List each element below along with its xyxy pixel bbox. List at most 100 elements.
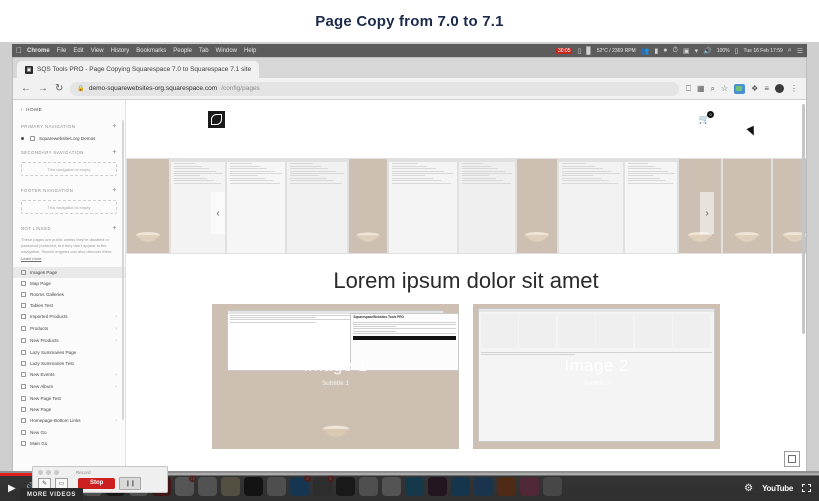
plus-icon[interactable]: +	[112, 123, 117, 130]
menu-item-file[interactable]: File	[57, 48, 67, 54]
reload-icon[interactable]: ↻	[55, 83, 63, 94]
sidebar-item-new-page-test[interactable]: New Page Test	[13, 393, 125, 404]
sidebar-item-images-page[interactable]: Images Page	[13, 266, 125, 278]
battery-percent[interactable]: 100%	[717, 48, 730, 54]
bookmark-star-icon[interactable]: ☆	[721, 84, 728, 93]
address-bar[interactable]: 🔒 demo-squarewebsites-org.squarespace.co…	[70, 81, 680, 96]
menu-item-history[interactable]: History	[111, 48, 130, 54]
learn-more-link[interactable]: Learn more	[21, 256, 41, 261]
fullscreen-icon[interactable]	[802, 484, 811, 492]
record-dot-3-icon[interactable]	[54, 469, 59, 475]
preview-scrollbar[interactable]	[802, 104, 805, 334]
pages-sidebar[interactable]: ‹ HOME PRIMARY NAVIGATION + Squarewebsit…	[13, 100, 126, 487]
gallery-next-button[interactable]: ›	[700, 192, 714, 234]
display-icon[interactable]: ▯	[577, 47, 581, 55]
menu-item-edit[interactable]: Edit	[73, 48, 83, 54]
screen-recording-timer[interactable]: 30:05	[555, 47, 573, 54]
gallery-slide[interactable]	[722, 158, 772, 254]
chevron-right-icon[interactable]: ›	[115, 418, 117, 424]
gallery-slide[interactable]	[516, 158, 558, 254]
sidebar-item-new-events[interactable]: New Events ›	[13, 369, 125, 381]
chrome-menu-icon[interactable]: ⋮	[790, 84, 798, 93]
more-videos-badge[interactable]: MORE VIDEOS	[20, 488, 83, 501]
chevron-right-icon[interactable]: ›	[115, 326, 117, 332]
youtube-logo-label[interactable]: YouTube	[762, 484, 793, 493]
pause-icon[interactable]: ❙❙	[119, 476, 142, 490]
sidebar-item-squarewebsites-demos[interactable]: Squarewebsites.org Demos	[13, 133, 125, 144]
sidebar-item-map-page[interactable]: Map Page	[13, 278, 125, 289]
chevron-right-icon[interactable]: ›	[115, 384, 117, 390]
menu-item-chrome[interactable]: Chrome	[27, 48, 50, 54]
shield-icon[interactable]: ●	[663, 47, 667, 54]
sidebar-item-lazy-summaries-page[interactable]: Lazy Summaries Page	[13, 347, 125, 358]
gallery-slide[interactable]	[772, 158, 806, 254]
share-icon[interactable]: ⎕	[686, 84, 691, 94]
sidebar-item-new-go[interactable]: New Go	[13, 427, 125, 438]
battery-health-icon[interactable]: ▮	[654, 47, 658, 55]
temperature-readout[interactable]: 52°C / 2369 RPM	[597, 48, 636, 54]
flag-icon[interactable]: ▣	[683, 47, 690, 55]
sidebar-item-rooms-galleries[interactable]: Rooms Galleries	[13, 289, 125, 300]
gallery-slide[interactable]	[348, 158, 388, 254]
battery-icon[interactable]: ▯	[735, 47, 739, 55]
shopping-cart-icon[interactable]: 🛒 0	[699, 111, 714, 125]
extensions-puzzle-icon[interactable]: ❖	[751, 84, 758, 93]
users-icon[interactable]: 👥	[641, 47, 650, 55]
forward-arrow-icon[interactable]: →	[38, 83, 48, 94]
chevron-right-icon[interactable]: ›	[115, 314, 117, 320]
record-dot-1-icon[interactable]	[38, 469, 43, 475]
zoom-widget-icon[interactable]	[784, 451, 800, 467]
sidebar-item-lazy-summaries-test[interactable]: Lazy Summaries Test	[13, 358, 125, 369]
profile-avatar-icon[interactable]	[775, 84, 784, 93]
menu-item-help[interactable]: Help	[244, 48, 256, 54]
search-icon[interactable]: ⌕	[788, 47, 792, 55]
extension-sqs-tools-icon[interactable]	[734, 83, 746, 94]
sidebar-item-products[interactable]: Products ›	[13, 323, 125, 335]
video-player-frame[interactable]:  Chrome File Edit View History Bookmark…	[0, 42, 819, 501]
menu-item-people[interactable]: People	[173, 48, 192, 54]
sidebar-home-row[interactable]: ‹ HOME	[13, 100, 125, 118]
apple-icon[interactable]: 	[16, 46, 22, 55]
gallery-slide[interactable]	[558, 158, 624, 254]
plus-icon[interactable]: +	[112, 225, 117, 232]
chevron-right-icon[interactable]: ›	[115, 338, 117, 344]
pen-tool-icon[interactable]: ✎	[38, 477, 51, 489]
back-arrow-icon[interactable]: ←	[21, 83, 31, 94]
sidebar-item-new-page[interactable]: New Page	[13, 404, 125, 415]
sidebar-item-main-go[interactable]: Main Go	[13, 438, 125, 449]
image-block-1[interactable]: SquarespaceWebsites Tools PRO Image 1 Su…	[212, 304, 459, 449]
gallery-prev-button[interactable]: ‹	[211, 192, 225, 234]
plus-icon[interactable]: +	[112, 187, 117, 194]
stop-button[interactable]: Stop	[78, 477, 116, 489]
gallery-slide[interactable]	[126, 158, 170, 254]
timemachine-icon[interactable]: ⏱	[673, 47, 678, 55]
gallery-slide[interactable]	[458, 158, 516, 254]
search-icon[interactable]: ⌕	[711, 84, 715, 94]
menu-item-bookmarks[interactable]: Bookmarks	[136, 48, 166, 54]
record-dot-2-icon[interactable]	[46, 469, 51, 475]
screenshot-gallery-strip[interactable]	[126, 158, 806, 254]
volume-icon[interactable]: 🔊	[703, 47, 712, 55]
site-logo-icon[interactable]	[208, 111, 225, 128]
sidebar-item-tables-test[interactable]: Tables Test	[13, 300, 125, 311]
sidebar-item-homepage-bottom-links[interactable]: Homepage-Bottom Links ›	[13, 415, 125, 427]
menu-item-view[interactable]: View	[91, 48, 104, 54]
gallery-slide[interactable]	[388, 158, 458, 254]
gallery-slide[interactable]	[286, 158, 348, 254]
plus-icon[interactable]: +	[112, 149, 117, 156]
cast-icon[interactable]: ▦	[697, 84, 705, 93]
sidebar-item-imported-products[interactable]: Imported Products ›	[13, 311, 125, 323]
sidebar-scrollbar[interactable]	[122, 120, 124, 420]
site-preview-pane[interactable]: 🛒 0 ‹ › Lorem ipsum dolor sit amet Squar…	[126, 100, 806, 487]
play-icon[interactable]: ▶	[8, 483, 16, 494]
frame-select-icon[interactable]: ▭	[55, 477, 68, 489]
gallery-slide[interactable]	[624, 158, 678, 254]
menu-item-window[interactable]: Window	[216, 48, 237, 54]
settings-gear-icon[interactable]: ⚙	[744, 483, 753, 494]
menu-item-tab[interactable]: Tab	[199, 48, 209, 54]
sidebar-item-new-products[interactable]: New Products ›	[13, 335, 125, 347]
sidebar-item-new-album[interactable]: New Album ›	[13, 381, 125, 393]
gallery-slide[interactable]	[226, 158, 286, 254]
stats-icon[interactable]: ▊	[586, 47, 591, 55]
menu-clock[interactable]: Tue 16 Feb 17:59	[744, 48, 783, 54]
